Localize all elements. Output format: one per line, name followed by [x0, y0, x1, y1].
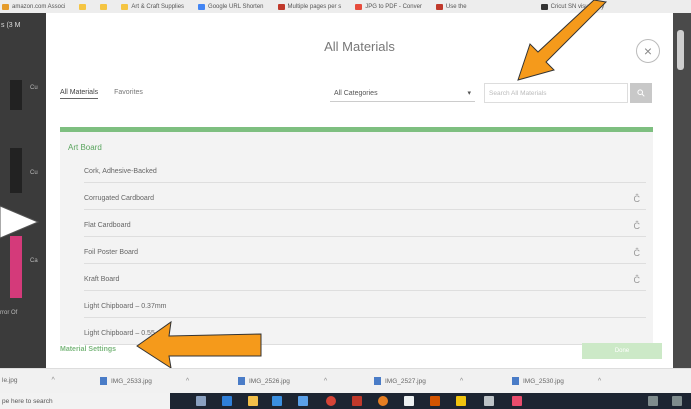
left-panel-item[interactable]: Cu [30, 170, 46, 176]
group-heading: Art Board [68, 143, 102, 152]
app-icon[interactable] [352, 396, 362, 406]
taskbar-search-input[interactable]: pe here to search [0, 393, 170, 409]
bookmark-icon [277, 3, 285, 10]
list-item[interactable]: Light Chipboard – 0.37mm [84, 296, 646, 318]
download-filename: IMG_2530.jpg [523, 377, 564, 385]
left-panel-item[interactable]: Cu [30, 85, 46, 91]
image-file-icon [512, 377, 519, 385]
task-view-icon[interactable] [196, 396, 206, 406]
item-label: Kraft Board [84, 276, 120, 283]
search-icon [637, 89, 645, 97]
material-settings-link[interactable]: Material Settings [60, 346, 116, 353]
app-icon[interactable] [456, 396, 466, 406]
list-item[interactable]: Flat Cardboard Ĉ [84, 215, 646, 237]
file-explorer-icon[interactable] [248, 396, 258, 406]
app-icon[interactable] [484, 396, 494, 406]
cut-icon: Ĉ [633, 274, 641, 285]
left-panel-item[interactable]: Ca [30, 258, 46, 264]
bookmark-icon [435, 3, 443, 10]
download-item[interactable]: le.jpg ^ [2, 377, 55, 384]
download-filename: le.jpg [2, 377, 18, 384]
system-tray-icon[interactable] [672, 396, 682, 406]
bookmark-icon [355, 3, 363, 10]
download-filename: IMG_2527.jpg [385, 377, 426, 385]
arrow-top-right-icon [517, 0, 608, 81]
cut-icon: Ĉ [633, 220, 641, 231]
bookmark-folder-1[interactable] [79, 3, 87, 10]
chevron-down-icon: ▾ [467, 90, 471, 97]
list-item[interactable]: Corrugated Cardboard Ĉ [84, 188, 646, 210]
category-select-value: All Categories [334, 89, 378, 97]
windows-taskbar: pe here to search [0, 393, 691, 409]
bookmark-google-url[interactable]: Google URL Shorten [198, 3, 264, 10]
chrome-icon[interactable] [326, 396, 336, 406]
search-placeholder: Search All Materials [489, 89, 547, 97]
bookmark-folder-2[interactable] [100, 3, 108, 10]
cut-icon: Ĉ [633, 247, 641, 258]
chevron-up-icon[interactable]: ^ [598, 378, 601, 385]
close-button[interactable]: × [636, 39, 660, 63]
bookmark-art-craft[interactable]: Art & Craft Supplies [121, 3, 184, 10]
bookmark-amazon[interactable]: amazon.com Associ [2, 3, 65, 10]
done-button[interactable]: Done [582, 343, 662, 359]
material-thumb [10, 80, 22, 110]
bookmark-icon [121, 3, 129, 10]
google-icon [198, 3, 206, 10]
item-label: Flat Cardboard [84, 222, 131, 229]
app-icon[interactable] [404, 396, 414, 406]
item-label: Light Chipboard – 0.37mm [84, 303, 167, 310]
left-panel-title: s (3 M [1, 22, 21, 29]
bookmark-multiple-pages[interactable]: Multiple pages per s [277, 3, 341, 10]
list-accent-bar [60, 127, 653, 132]
cut-icon: Ĉ [633, 193, 641, 204]
list-item[interactable]: Foil Poster Board Ĉ [84, 242, 646, 264]
image-file-icon [374, 377, 381, 385]
bookmark-icon [2, 3, 9, 10]
left-panel-item[interactable]: rror Of [0, 310, 46, 316]
material-thumb [10, 236, 22, 298]
close-icon: × [643, 43, 653, 59]
list-item[interactable]: Kraft Board Ĉ [84, 269, 646, 291]
chevron-up-icon[interactable]: ^ [460, 378, 463, 385]
material-thumb [10, 148, 22, 193]
download-filename: IMG_2533.jpg [111, 377, 152, 385]
download-item[interactable]: IMG_2526.jpg ^ [238, 377, 327, 385]
download-item[interactable]: IMG_2527.jpg ^ [374, 377, 463, 385]
tab-favorites[interactable]: Favorites [114, 89, 143, 99]
image-file-icon [100, 377, 107, 385]
item-label: Cork, Adhesive-Backed [84, 168, 157, 175]
list-item[interactable]: Cork, Adhesive-Backed [84, 161, 646, 183]
image-file-icon [238, 377, 245, 385]
search-input[interactable]: Search All Materials [484, 83, 628, 103]
mail-icon[interactable] [298, 396, 308, 406]
bookmark-use-the[interactable]: Use the [435, 3, 467, 10]
item-label: Corrugated Cardboard [84, 195, 155, 202]
system-tray-icon[interactable] [648, 396, 658, 406]
edge-icon[interactable] [222, 396, 232, 406]
arrow-left-icon [0, 205, 40, 239]
download-filename: IMG_2526.jpg [249, 377, 290, 385]
materials-list: Art Board Cork, Adhesive-Backed Corrugat… [60, 127, 653, 345]
chevron-up-icon[interactable]: ^ [324, 378, 327, 385]
app-icon[interactable] [512, 396, 522, 406]
folder-icon [79, 3, 87, 10]
chevron-up-icon[interactable]: ^ [186, 378, 189, 385]
download-item[interactable]: IMG_2533.jpg ^ [100, 377, 189, 385]
app-icon[interactable] [430, 396, 440, 406]
download-item[interactable]: IMG_2530.jpg ^ [512, 377, 601, 385]
tab-all-materials[interactable]: All Materials [60, 89, 99, 99]
downloads-bar: le.jpg ^ IMG_2533.jpg ^ IMG_2526.jpg ^ IMG_… [0, 368, 691, 393]
store-icon[interactable] [272, 396, 282, 406]
scrollbar-thumb[interactable] [677, 30, 684, 70]
material-tabs: All Materials Favorites [60, 89, 143, 99]
item-label: Foil Poster Board [84, 249, 139, 256]
app-icon[interactable] [378, 396, 388, 406]
arrow-bottom-left-icon [136, 320, 262, 370]
search-button[interactable] [630, 83, 652, 103]
bookmark-jpg-pdf[interactable]: JPG to PDF - Conver [355, 3, 422, 10]
folder-icon [100, 3, 108, 10]
chevron-up-icon[interactable]: ^ [52, 377, 55, 384]
category-select[interactable]: All Categories ▾ [330, 85, 475, 102]
